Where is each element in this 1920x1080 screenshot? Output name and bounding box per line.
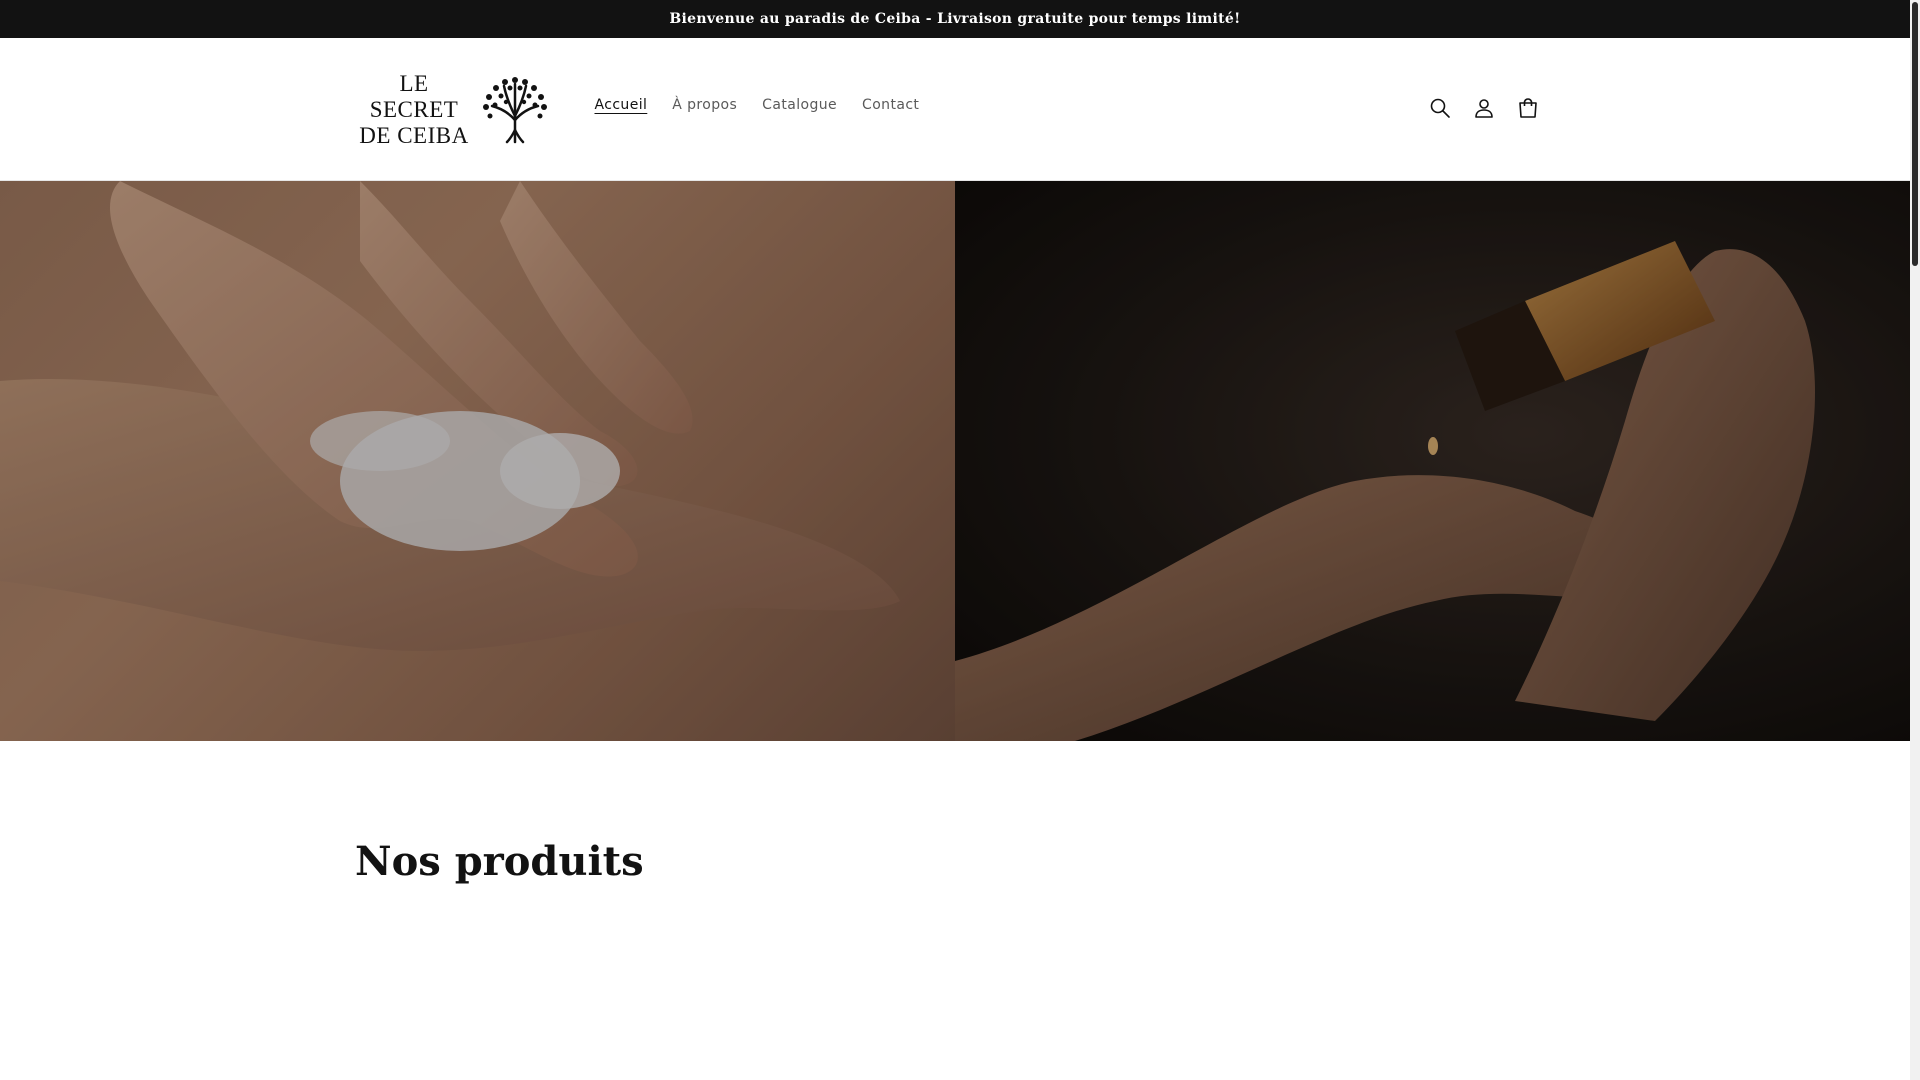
announcement-text: Bienvenue au paradis de Ceiba - Livraiso… [669, 11, 1241, 27]
brand-line-1: LE SECRET [369, 71, 459, 122]
hero-banner [0, 181, 1910, 741]
products-heading: Nos produits [355, 838, 644, 885]
search-button[interactable] [1427, 95, 1453, 121]
brand-line-2: DE CEIBA [359, 123, 469, 148]
image-overlay [955, 181, 1910, 741]
page-scrollbar[interactable] [1910, 0, 1920, 1080]
search-icon [1430, 98, 1450, 118]
image-overlay [0, 181, 955, 741]
account-button[interactable] [1471, 95, 1497, 121]
header-icons [1427, 95, 1541, 121]
tree-icon [483, 77, 547, 144]
brand-name: LE SECRET DE CEIBA [356, 71, 472, 149]
brand-logo[interactable]: LE SECRET DE CEIBA [356, 68, 556, 152]
site-header: LE SECRET DE CEIBA Accueil À propos Cata… [0, 38, 1910, 181]
nav-item-catalogue[interactable]: Catalogue [750, 97, 850, 113]
account-icon [1475, 99, 1493, 118]
nav-item-accueil[interactable]: Accueil [582, 97, 660, 113]
hands-applying-cream-image [0, 181, 955, 741]
nav-item-a-propos[interactable]: À propos [660, 97, 750, 113]
cart-icon [1519, 98, 1537, 118]
cart-button[interactable] [1515, 95, 1541, 121]
nav-item-contact[interactable]: Contact [850, 97, 932, 113]
announcement-bar: Bienvenue au paradis de Ceiba - Livraiso… [0, 0, 1910, 38]
main-nav: Accueil À propos Catalogue Contact [582, 97, 932, 113]
scrollbar-thumb[interactable] [1912, 2, 1918, 266]
hand-dropping-oil-image [955, 181, 1910, 741]
